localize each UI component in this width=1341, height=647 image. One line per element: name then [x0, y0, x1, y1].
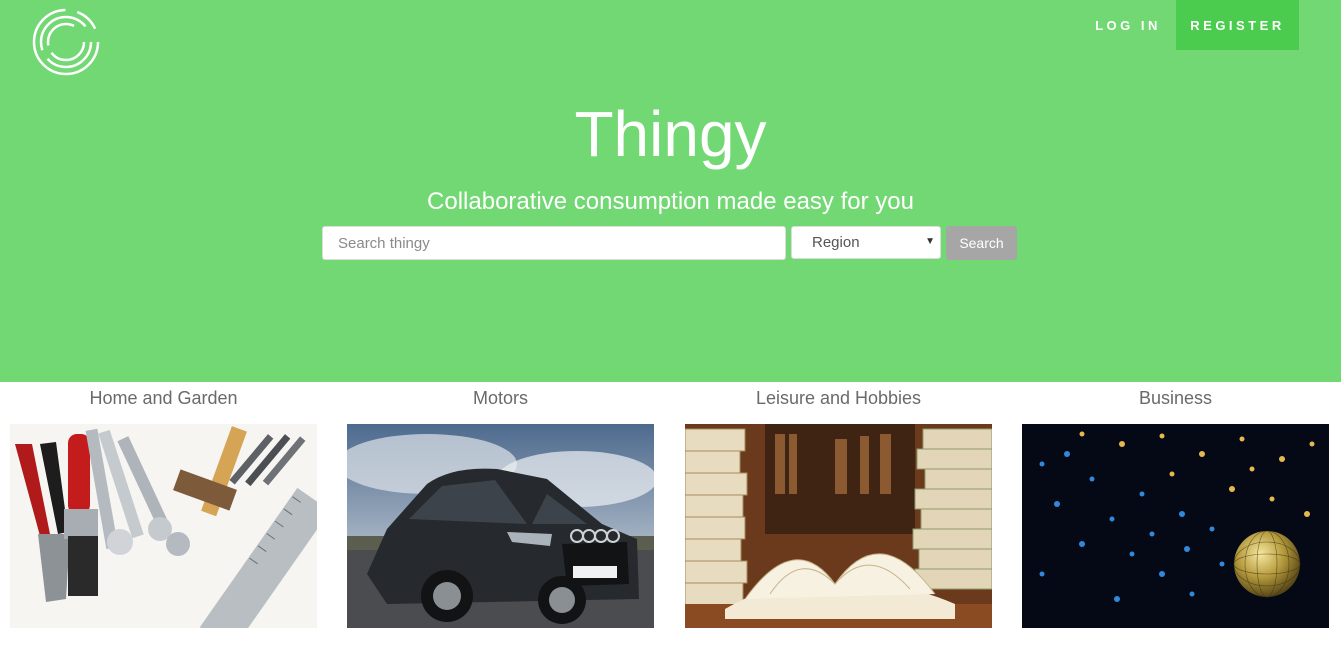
page-title: Thingy — [574, 98, 767, 170]
category-title[interactable]: Leisure and Hobbies — [685, 388, 992, 414]
category-card-leisure-and-hobbies[interactable]: Leisure and Hobbies — [685, 382, 992, 628]
category-card-business[interactable]: Business — [1022, 382, 1329, 628]
category-card-motors[interactable]: Motors — [347, 382, 654, 628]
category-title[interactable]: Business — [1022, 388, 1329, 414]
category-title[interactable]: Motors — [347, 388, 654, 414]
login-link[interactable]: LOG IN — [1084, 0, 1172, 50]
search-input[interactable] — [322, 226, 786, 260]
caret-down-icon: ▼ — [925, 236, 935, 247]
search-button[interactable]: Search — [946, 226, 1017, 260]
disco-ball-photo[interactable] — [1022, 424, 1329, 628]
tools-photo[interactable] — [10, 424, 317, 628]
category-title[interactable]: Home and Garden — [10, 388, 317, 414]
hero-banner: LOG IN REGISTER Thingy Collaborative con… — [0, 0, 1341, 382]
region-select-value: Region — [812, 234, 860, 251]
register-button[interactable]: REGISTER — [1176, 0, 1299, 50]
books-photo[interactable] — [685, 424, 992, 628]
ring-logo-icon[interactable] — [30, 6, 102, 78]
region-select[interactable]: Region ▼ — [791, 226, 941, 259]
category-card-home-and-garden[interactable]: Home and Garden — [10, 382, 317, 628]
page-subtitle: Collaborative consumption made easy for … — [427, 188, 914, 215]
car-photo[interactable] — [347, 424, 654, 628]
